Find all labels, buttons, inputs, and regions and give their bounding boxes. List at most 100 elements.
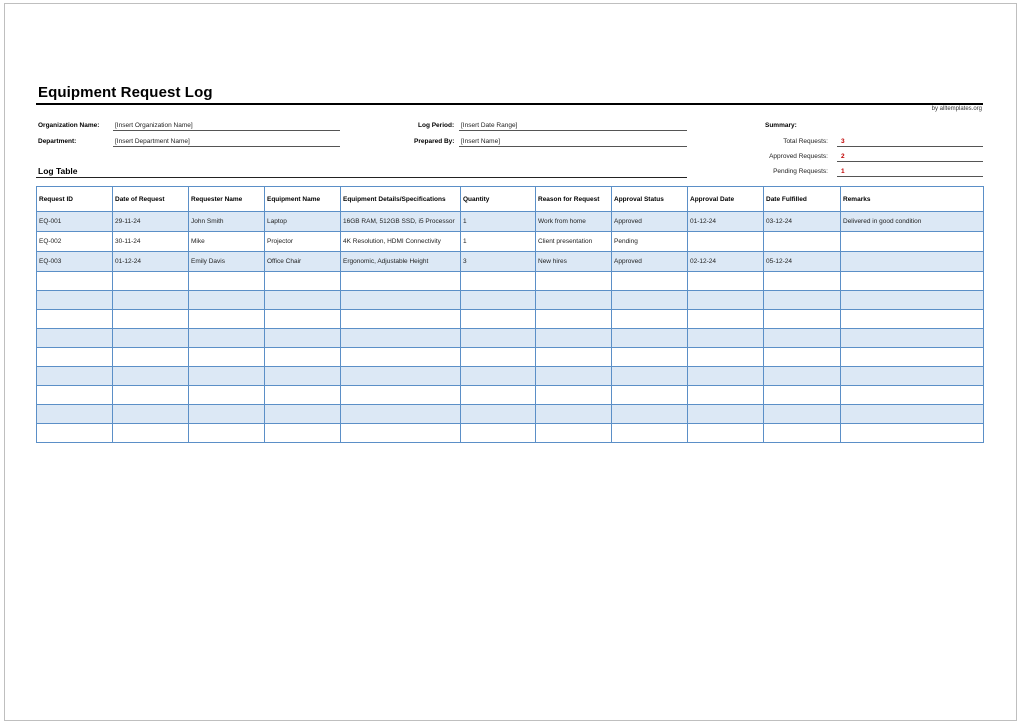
cell-approval-status[interactable] bbox=[611, 414, 688, 424]
cell-date-of-request[interactable] bbox=[112, 404, 189, 414]
cell-equipment-name[interactable] bbox=[264, 395, 341, 405]
cell-reason[interactable] bbox=[535, 366, 612, 376]
cell-reason[interactable] bbox=[535, 281, 612, 291]
cell-date-fulfilled[interactable] bbox=[763, 357, 841, 367]
cell-remarks[interactable] bbox=[840, 347, 984, 357]
cell-equipment-details[interactable] bbox=[340, 347, 461, 357]
cell-equipment-details[interactable] bbox=[340, 414, 461, 424]
cell-remarks[interactable] bbox=[840, 433, 984, 443]
cell-request-id[interactable] bbox=[36, 281, 113, 291]
cell-remarks[interactable] bbox=[840, 423, 984, 433]
header-equipment-name[interactable]: Equipment Name bbox=[264, 186, 341, 212]
cell-request-id[interactable]: EQ-001 bbox=[36, 211, 113, 232]
cell-date-fulfilled[interactable] bbox=[763, 385, 841, 395]
cell-approval-status[interactable]: Pending bbox=[611, 231, 688, 252]
cell-requester-name[interactable] bbox=[188, 395, 265, 405]
cell-date-of-request[interactable]: 30-11-24 bbox=[112, 231, 189, 252]
cell-requester-name[interactable] bbox=[188, 300, 265, 310]
cell-requester-name[interactable] bbox=[188, 414, 265, 424]
cell-approval-date[interactable] bbox=[687, 395, 764, 405]
cell-reason[interactable] bbox=[535, 395, 612, 405]
cell-approval-status[interactable] bbox=[611, 395, 688, 405]
cell-reason[interactable] bbox=[535, 328, 612, 338]
cell-requester-name[interactable] bbox=[188, 319, 265, 329]
cell-approval-date[interactable] bbox=[687, 366, 764, 376]
cell-request-id[interactable] bbox=[36, 347, 113, 357]
cell-approval-date[interactable] bbox=[687, 281, 764, 291]
cell-quantity[interactable] bbox=[460, 414, 536, 424]
cell-equipment-details[interactable] bbox=[340, 395, 461, 405]
cell-quantity[interactable] bbox=[460, 319, 536, 329]
cell-equipment-details[interactable] bbox=[340, 376, 461, 386]
cell-equipment-name[interactable] bbox=[264, 414, 341, 424]
cell-approval-status[interactable] bbox=[611, 281, 688, 291]
cell-quantity[interactable] bbox=[460, 290, 536, 300]
cell-reason[interactable] bbox=[535, 309, 612, 319]
cell-remarks[interactable] bbox=[840, 290, 984, 300]
cell-approval-date[interactable] bbox=[687, 300, 764, 310]
cell-equipment-name[interactable] bbox=[264, 376, 341, 386]
cell-date-of-request[interactable] bbox=[112, 414, 189, 424]
header-reason[interactable]: Reason for Request bbox=[535, 186, 612, 212]
cell-date-fulfilled[interactable] bbox=[763, 328, 841, 338]
header-date-fulfilled[interactable]: Date Fulfilled bbox=[763, 186, 841, 212]
cell-equipment-name[interactable] bbox=[264, 347, 341, 357]
cell-equipment-details[interactable] bbox=[340, 366, 461, 376]
cell-reason[interactable] bbox=[535, 338, 612, 348]
cell-reason[interactable] bbox=[535, 300, 612, 310]
cell-reason[interactable]: Work from home bbox=[535, 211, 612, 232]
cell-requester-name[interactable] bbox=[188, 376, 265, 386]
log-period-value[interactable]: [Insert Date Range] bbox=[461, 122, 517, 129]
cell-quantity[interactable] bbox=[460, 338, 536, 348]
cell-equipment-name[interactable] bbox=[264, 290, 341, 300]
header-equipment-details[interactable]: Equipment Details/Specifications bbox=[340, 186, 461, 212]
cell-requester-name[interactable] bbox=[188, 281, 265, 291]
cell-remarks[interactable] bbox=[840, 281, 984, 291]
cell-reason[interactable] bbox=[535, 271, 612, 281]
cell-date-fulfilled[interactable]: 05-12-24 bbox=[763, 251, 841, 272]
header-remarks[interactable]: Remarks bbox=[840, 186, 984, 212]
cell-reason[interactable] bbox=[535, 385, 612, 395]
cell-equipment-details[interactable] bbox=[340, 309, 461, 319]
cell-date-fulfilled[interactable] bbox=[763, 395, 841, 405]
cell-approval-status[interactable] bbox=[611, 319, 688, 329]
header-approval-date[interactable]: Approval Date bbox=[687, 186, 764, 212]
cell-quantity[interactable]: 1 bbox=[460, 231, 536, 252]
cell-approval-status[interactable] bbox=[611, 328, 688, 338]
cell-equipment-name[interactable] bbox=[264, 433, 341, 443]
department-value[interactable]: [Insert Department Name] bbox=[115, 138, 190, 145]
cell-date-fulfilled[interactable] bbox=[763, 309, 841, 319]
cell-quantity[interactable] bbox=[460, 366, 536, 376]
cell-approval-date[interactable] bbox=[687, 433, 764, 443]
cell-remarks[interactable] bbox=[840, 404, 984, 414]
cell-requester-name[interactable] bbox=[188, 357, 265, 367]
cell-approval-status[interactable] bbox=[611, 347, 688, 357]
cell-equipment-details[interactable] bbox=[340, 423, 461, 433]
cell-quantity[interactable] bbox=[460, 395, 536, 405]
cell-approval-status[interactable] bbox=[611, 385, 688, 395]
cell-quantity[interactable]: 1 bbox=[460, 211, 536, 232]
cell-date-fulfilled[interactable] bbox=[763, 414, 841, 424]
cell-quantity[interactable] bbox=[460, 385, 536, 395]
cell-date-fulfilled[interactable]: 03-12-24 bbox=[763, 211, 841, 232]
cell-approval-date[interactable] bbox=[687, 338, 764, 348]
cell-quantity[interactable] bbox=[460, 271, 536, 281]
cell-reason[interactable] bbox=[535, 404, 612, 414]
cell-remarks[interactable]: Delivered in good condition bbox=[840, 211, 984, 232]
cell-quantity[interactable] bbox=[460, 328, 536, 338]
cell-remarks[interactable] bbox=[840, 300, 984, 310]
cell-equipment-details[interactable] bbox=[340, 385, 461, 395]
cell-reason[interactable] bbox=[535, 357, 612, 367]
cell-date-of-request[interactable] bbox=[112, 300, 189, 310]
cell-equipment-name[interactable] bbox=[264, 366, 341, 376]
cell-approval-date[interactable] bbox=[687, 414, 764, 424]
cell-date-fulfilled[interactable] bbox=[763, 376, 841, 386]
cell-date-fulfilled[interactable] bbox=[763, 366, 841, 376]
cell-quantity[interactable] bbox=[460, 404, 536, 414]
cell-remarks[interactable] bbox=[840, 231, 984, 252]
cell-request-id[interactable]: EQ-002 bbox=[36, 231, 113, 252]
cell-approval-date[interactable] bbox=[687, 290, 764, 300]
cell-equipment-details[interactable]: Ergonomic, Adjustable Height bbox=[340, 251, 461, 272]
cell-quantity[interactable] bbox=[460, 357, 536, 367]
cell-quantity[interactable] bbox=[460, 309, 536, 319]
